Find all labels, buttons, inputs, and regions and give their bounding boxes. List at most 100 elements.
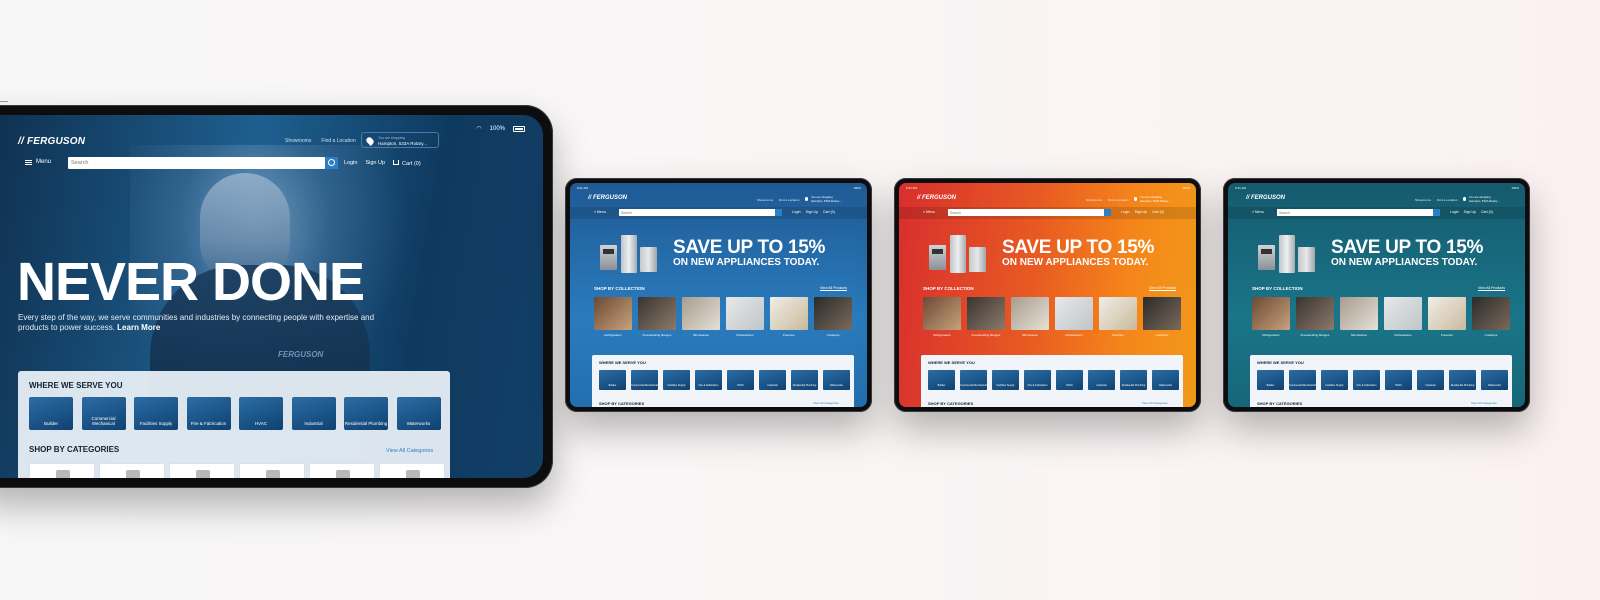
serve-tile[interactable]: HVAC	[1385, 370, 1412, 390]
collection-item-freezers[interactable]: Freezers	[770, 297, 808, 337]
collection-item-freezers[interactable]: Freezers	[1099, 297, 1137, 337]
view-all-products-link[interactable]: View All Products	[820, 286, 847, 290]
menu-button[interactable]: Menu	[25, 159, 51, 165]
signup-link[interactable]: Sign Up	[806, 210, 818, 214]
category-tile[interactable]	[169, 463, 235, 478]
location-selector[interactable]: You are shopping Hampton, 533A Rotary...	[805, 195, 841, 203]
serve-tile[interactable]: HVAC	[1056, 370, 1083, 390]
serve-tile-industrial[interactable]: Industrial	[291, 397, 336, 430]
cart-link[interactable]: Cart (0)	[1152, 210, 1164, 214]
search-icon[interactable]	[325, 157, 338, 169]
serve-tile-fire-fabrication[interactable]: Fire & Fabrication	[186, 397, 231, 430]
serve-tile[interactable]: Builder	[1257, 370, 1284, 390]
serve-tile-facilities-supply[interactable]: Facilities Supply	[134, 397, 178, 430]
cart-link[interactable]: Cart (0)	[393, 160, 421, 167]
search-input[interactable]: Search	[948, 209, 1104, 216]
serve-tile[interactable]: Fire & Fabrication	[695, 370, 722, 390]
serve-tile[interactable]: Commercial Mechanical	[1289, 370, 1316, 390]
collection-item-refrigerators[interactable]: Refrigerators	[1252, 297, 1290, 337]
serve-tile[interactable]: Facilities Supply	[663, 370, 690, 390]
collection-item-microwaves[interactable]: Microwaves	[682, 297, 720, 337]
serve-tile[interactable]: Waterworks	[823, 370, 850, 390]
menu-button[interactable]: ≡ Menu	[594, 210, 606, 214]
collection-item-refrigerators[interactable]: Refrigerators	[923, 297, 961, 337]
serve-tile[interactable]: Commercial Mechanical	[631, 370, 658, 390]
serve-tile[interactable]: Builder	[928, 370, 955, 390]
search-icon[interactable]	[1104, 209, 1111, 216]
menu-button[interactable]: ≡ Menu	[923, 210, 935, 214]
serve-tile[interactable]: Facilities Supply	[992, 370, 1019, 390]
view-all-categories-link[interactable]: View All Categories	[1471, 401, 1497, 405]
search-input[interactable]: Search	[619, 209, 775, 216]
signup-link[interactable]: Sign Up	[1464, 210, 1476, 214]
view-all-products-link[interactable]: View All Products	[1149, 286, 1176, 290]
serve-tile[interactable]: Fire & Fabrication	[1353, 370, 1380, 390]
login-link[interactable]: Login	[792, 210, 801, 214]
serve-tile[interactable]: Industrial	[1088, 370, 1115, 390]
search-input[interactable]: Search	[1277, 209, 1433, 216]
serve-tile-hvac[interactable]: HVAC	[239, 397, 283, 430]
search-icon[interactable]	[1433, 209, 1440, 216]
menu-button[interactable]: ≡ Menu	[1252, 210, 1264, 214]
serve-tile-commercial-mechanical[interactable]: Commercial Mechanical	[81, 397, 126, 430]
ferguson-logo[interactable]: // FERGUSON	[917, 195, 956, 201]
signup-link[interactable]: Sign Up	[365, 160, 385, 167]
serve-tile[interactable]: Waterworks	[1481, 370, 1508, 390]
login-link[interactable]: Login	[1450, 210, 1459, 214]
ferguson-logo[interactable]: // FERGUSON	[18, 136, 85, 147]
serve-tile[interactable]: Builder	[599, 370, 626, 390]
login-link[interactable]: Login	[344, 160, 357, 167]
collection-item-dishwashers[interactable]: Dishwashers	[1384, 297, 1422, 337]
collection-item-freestanding-ranges[interactable]: Freestanding Ranges	[967, 297, 1005, 337]
signup-link[interactable]: Sign Up	[1135, 210, 1147, 214]
serve-tile[interactable]: Residential Plumbing	[1449, 370, 1476, 390]
location-selector[interactable]: You are shopping Hampton, 533A Rotary...	[1463, 195, 1499, 203]
learn-more-link[interactable]: Learn More	[117, 323, 160, 332]
category-tile[interactable]	[239, 463, 305, 478]
location-selector[interactable]: You are shopping Hampton, 533A Rotary...	[1134, 195, 1170, 203]
serve-tile[interactable]: Fire & Fabrication	[1024, 370, 1051, 390]
serve-tile[interactable]: Facilities Supply	[1321, 370, 1348, 390]
location-selector[interactable]: You are shopping Hampton, 533A Rotary...	[361, 132, 439, 148]
collection-item-dishwashers[interactable]: Dishwashers	[1055, 297, 1093, 337]
serve-tile-residential-plumbing[interactable]: Residential Plumbing	[344, 397, 388, 430]
serve-tile[interactable]: Waterworks	[1152, 370, 1179, 390]
collection-item-microwaves[interactable]: Microwaves	[1011, 297, 1049, 337]
search-icon[interactable]	[775, 209, 782, 216]
collection-item-freestanding-ranges[interactable]: Freestanding Ranges	[1296, 297, 1334, 337]
showrooms-link[interactable]: Showrooms	[757, 198, 773, 202]
cart-link[interactable]: Cart (0)	[1481, 210, 1493, 214]
promo-banner[interactable]: SAVE UP TO 15% ON NEW APPLIANCES TODAY.	[673, 238, 825, 268]
serve-tile[interactable]: HVAC	[727, 370, 754, 390]
find-location-link[interactable]: Find a Location	[779, 198, 800, 202]
serve-tile[interactable]: Residential Plumbing	[1120, 370, 1147, 390]
search-input[interactable]: Search	[68, 157, 325, 169]
cart-link[interactable]: Cart (0)	[823, 210, 835, 214]
find-location-link[interactable]: Find a Location	[1437, 198, 1458, 202]
category-tile[interactable]	[309, 463, 375, 478]
serve-tile[interactable]: Residential Plumbing	[791, 370, 818, 390]
serve-tile[interactable]: Industrial	[759, 370, 786, 390]
find-location-link[interactable]: Find a Location	[1108, 198, 1129, 202]
collection-item-microwaves[interactable]: Microwaves	[1340, 297, 1378, 337]
serve-tile-builder[interactable]: Builder	[29, 397, 73, 430]
view-all-categories-link[interactable]: View All Categories	[1142, 401, 1168, 405]
showrooms-link[interactable]: Showrooms	[1415, 198, 1431, 202]
serve-tile[interactable]: Industrial	[1417, 370, 1444, 390]
promo-banner[interactable]: SAVE UP TO 15% ON NEW APPLIANCES TODAY.	[1331, 238, 1483, 268]
serve-tile[interactable]: Commercial Mechanical	[960, 370, 987, 390]
collection-item-refrigerators[interactable]: Refrigerators	[594, 297, 632, 337]
serve-tile-waterworks[interactable]: Waterworks	[396, 397, 441, 430]
find-location-link[interactable]: Find a Location	[321, 138, 355, 144]
category-tile[interactable]	[99, 463, 165, 478]
showrooms-link[interactable]: Showrooms	[285, 138, 311, 144]
view-all-categories-link[interactable]: View All Categories	[386, 448, 433, 454]
view-all-categories-link[interactable]: View All Categories	[813, 401, 839, 405]
showrooms-link[interactable]: Showrooms	[1086, 198, 1102, 202]
collection-item-cooktops[interactable]: Cooktops	[1472, 297, 1510, 337]
ferguson-logo[interactable]: // FERGUSON	[1246, 195, 1285, 201]
ferguson-logo[interactable]: // FERGUSON	[588, 195, 627, 201]
view-all-products-link[interactable]: View All Products	[1478, 286, 1505, 290]
collection-item-freestanding-ranges[interactable]: Freestanding Ranges	[638, 297, 676, 337]
category-tile[interactable]	[379, 463, 445, 478]
